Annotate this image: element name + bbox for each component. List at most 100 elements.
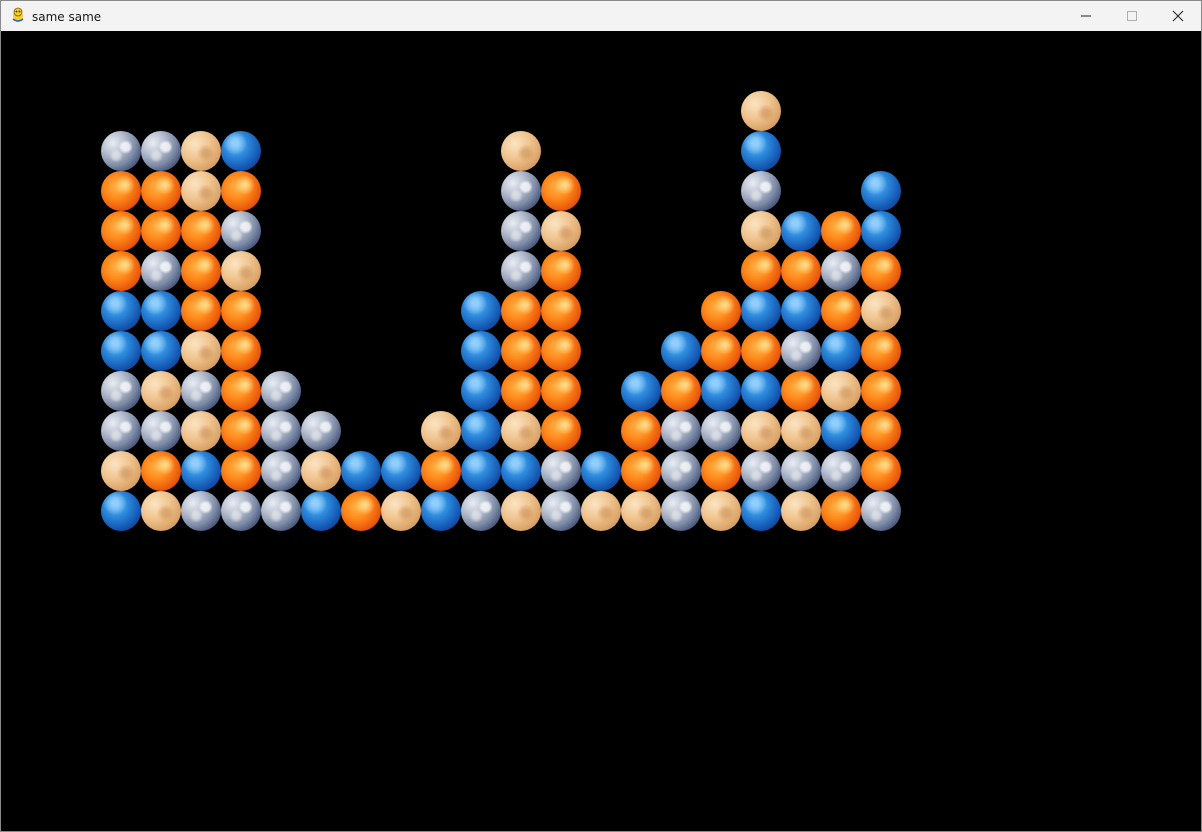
blue-ball[interactable] xyxy=(101,491,141,531)
sun-ball[interactable] xyxy=(821,291,861,331)
sun-ball[interactable] xyxy=(861,451,901,491)
earth-ball[interactable] xyxy=(181,491,221,531)
sun-ball[interactable] xyxy=(221,171,261,211)
sun-ball[interactable] xyxy=(741,331,781,371)
sand-ball[interactable] xyxy=(621,491,661,531)
sand-ball[interactable] xyxy=(741,211,781,251)
blue-ball[interactable] xyxy=(141,291,181,331)
sun-ball[interactable] xyxy=(181,291,221,331)
blue-ball[interactable] xyxy=(741,131,781,171)
earth-ball[interactable] xyxy=(261,411,301,451)
sun-ball[interactable] xyxy=(501,331,541,371)
earth-ball[interactable] xyxy=(221,211,261,251)
earth-ball[interactable] xyxy=(101,131,141,171)
sun-ball[interactable] xyxy=(621,451,661,491)
sand-ball[interactable] xyxy=(501,131,541,171)
sand-ball[interactable] xyxy=(101,451,141,491)
sand-ball[interactable] xyxy=(861,291,901,331)
sand-ball[interactable] xyxy=(181,131,221,171)
blue-ball[interactable] xyxy=(461,411,501,451)
sand-ball[interactable] xyxy=(541,211,581,251)
sun-ball[interactable] xyxy=(541,331,581,371)
sun-ball[interactable] xyxy=(221,411,261,451)
sand-ball[interactable] xyxy=(181,331,221,371)
earth-ball[interactable] xyxy=(781,451,821,491)
earth-ball[interactable] xyxy=(501,211,541,251)
blue-ball[interactable] xyxy=(101,331,141,371)
blue-ball[interactable] xyxy=(861,211,901,251)
sun-ball[interactable] xyxy=(541,371,581,411)
sun-ball[interactable] xyxy=(421,451,461,491)
blue-ball[interactable] xyxy=(821,411,861,451)
earth-ball[interactable] xyxy=(661,411,701,451)
blue-ball[interactable] xyxy=(781,211,821,251)
blue-ball[interactable] xyxy=(741,491,781,531)
blue-ball[interactable] xyxy=(661,331,701,371)
earth-ball[interactable] xyxy=(661,491,701,531)
sand-ball[interactable] xyxy=(781,491,821,531)
sand-ball[interactable] xyxy=(301,451,341,491)
earth-ball[interactable] xyxy=(261,371,301,411)
earth-ball[interactable] xyxy=(101,411,141,451)
title-bar[interactable]: same same xyxy=(1,1,1201,31)
sand-ball[interactable] xyxy=(821,371,861,411)
earth-ball[interactable] xyxy=(101,371,141,411)
sun-ball[interactable] xyxy=(781,251,821,291)
blue-ball[interactable] xyxy=(341,451,381,491)
earth-ball[interactable] xyxy=(821,251,861,291)
blue-ball[interactable] xyxy=(461,451,501,491)
sand-ball[interactable] xyxy=(741,91,781,131)
blue-ball[interactable] xyxy=(381,451,421,491)
earth-ball[interactable] xyxy=(141,131,181,171)
earth-ball[interactable] xyxy=(141,251,181,291)
sun-ball[interactable] xyxy=(221,451,261,491)
blue-ball[interactable] xyxy=(461,291,501,331)
blue-ball[interactable] xyxy=(101,291,141,331)
sand-ball[interactable] xyxy=(381,491,421,531)
sun-ball[interactable] xyxy=(541,411,581,451)
earth-ball[interactable] xyxy=(741,451,781,491)
earth-ball[interactable] xyxy=(221,491,261,531)
blue-ball[interactable] xyxy=(581,451,621,491)
earth-ball[interactable] xyxy=(261,451,301,491)
sun-ball[interactable] xyxy=(861,331,901,371)
blue-ball[interactable] xyxy=(181,451,221,491)
earth-ball[interactable] xyxy=(461,491,501,531)
earth-ball[interactable] xyxy=(661,451,701,491)
sun-ball[interactable] xyxy=(701,451,741,491)
sun-ball[interactable] xyxy=(181,211,221,251)
earth-ball[interactable] xyxy=(821,451,861,491)
blue-ball[interactable] xyxy=(461,371,501,411)
sun-ball[interactable] xyxy=(141,171,181,211)
sun-ball[interactable] xyxy=(541,171,581,211)
earth-ball[interactable] xyxy=(541,491,581,531)
sand-ball[interactable] xyxy=(141,371,181,411)
sun-ball[interactable] xyxy=(861,251,901,291)
sun-ball[interactable] xyxy=(501,291,541,331)
blue-ball[interactable] xyxy=(221,131,261,171)
sun-ball[interactable] xyxy=(781,371,821,411)
blue-ball[interactable] xyxy=(501,451,541,491)
sun-ball[interactable] xyxy=(741,251,781,291)
sand-ball[interactable] xyxy=(501,491,541,531)
sun-ball[interactable] xyxy=(101,251,141,291)
sun-ball[interactable] xyxy=(701,291,741,331)
maximize-button[interactable] xyxy=(1109,1,1155,31)
sun-ball[interactable] xyxy=(861,411,901,451)
blue-ball[interactable] xyxy=(301,491,341,531)
sun-ball[interactable] xyxy=(501,371,541,411)
minimize-button[interactable] xyxy=(1063,1,1109,31)
blue-ball[interactable] xyxy=(821,331,861,371)
blue-ball[interactable] xyxy=(621,371,661,411)
sand-ball[interactable] xyxy=(701,491,741,531)
earth-ball[interactable] xyxy=(141,411,181,451)
sun-ball[interactable] xyxy=(221,291,261,331)
earth-ball[interactable] xyxy=(701,411,741,451)
blue-ball[interactable] xyxy=(741,371,781,411)
sand-ball[interactable] xyxy=(581,491,621,531)
blue-ball[interactable] xyxy=(141,331,181,371)
sand-ball[interactable] xyxy=(741,411,781,451)
sun-ball[interactable] xyxy=(621,411,661,451)
earth-ball[interactable] xyxy=(301,411,341,451)
sun-ball[interactable] xyxy=(861,371,901,411)
